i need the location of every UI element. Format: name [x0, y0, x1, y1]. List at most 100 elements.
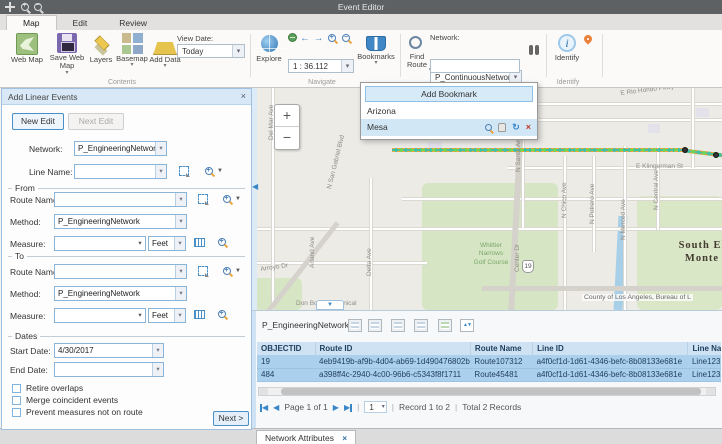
measure-ruler-icon[interactable]	[194, 238, 205, 247]
select-records-icon[interactable]	[348, 319, 362, 332]
measure-ruler-icon[interactable]	[194, 310, 205, 319]
attribute-table[interactable]: OBJECTIDRoute IDRoute NameLine IDLine Na…	[257, 342, 721, 382]
binoculars-icon[interactable]	[528, 44, 540, 56]
show-selected-records-icon[interactable]	[368, 319, 382, 332]
table-header-row[interactable]: OBJECTIDRoute IDRoute NameLine IDLine Na…	[257, 342, 721, 355]
from-route-name-field[interactable]	[54, 192, 187, 207]
ribbon-tabs: MapEditReview	[0, 14, 722, 30]
scrollbar-thumb[interactable]	[281, 388, 701, 395]
bookmarks-button[interactable]: Bookmarks ▾	[356, 33, 396, 65]
zoom-to-bookmark-icon[interactable]	[485, 124, 492, 131]
previous-page-button[interactable]: ◀	[273, 403, 279, 412]
sort-records-icon[interactable]	[460, 319, 474, 332]
select-on-map-icon[interactable]	[179, 166, 189, 176]
tab-map[interactable]: Map	[6, 15, 57, 30]
map-zoom-out-button[interactable]: −	[275, 127, 299, 149]
horizontal-scrollbar[interactable]	[258, 387, 716, 396]
next-edit-button[interactable]: Next Edit	[68, 113, 124, 130]
first-page-button[interactable]: ◀	[260, 402, 268, 412]
zoom-tools-icon[interactable]	[223, 195, 231, 203]
explore-button[interactable]: Explore	[252, 33, 286, 63]
table-row[interactable]: 194eb9419b-af9b-4d04-ab69-1d490476802bRo…	[257, 355, 721, 368]
zoom-to-measure-icon[interactable]	[218, 238, 226, 246]
table-row[interactable]: 484a398ff4c-2940-4c00-96b6-c5343f8f1711R…	[257, 368, 721, 381]
next-extent-icon[interactable]: →	[314, 33, 324, 44]
collapse-table-button[interactable]: ▼	[316, 300, 344, 310]
add-bookmark-button[interactable]: Add Bookmark	[365, 86, 533, 102]
network-field[interactable]: P_EngineeringNetwork	[74, 141, 167, 156]
layers-button[interactable]: Layers	[86, 33, 116, 64]
column-header[interactable]: Route Name	[470, 342, 532, 355]
tab-edit[interactable]: Edit	[57, 16, 104, 30]
to-route-name-field[interactable]	[54, 264, 187, 279]
line-name-field[interactable]	[74, 164, 167, 179]
checkbox[interactable]	[12, 408, 21, 417]
checkbox[interactable]	[12, 396, 21, 405]
update-bookmark-icon[interactable]: ↻	[512, 123, 520, 132]
table-cell: Route107312	[470, 355, 532, 368]
basemap-button[interactable]: Basemap ▾	[114, 33, 150, 67]
column-header[interactable]: OBJECTID	[257, 342, 315, 355]
from-unit-field[interactable]: Feet	[148, 236, 186, 251]
zoom-tools-icon[interactable]	[223, 267, 231, 275]
collapse-panel-icon[interactable]: ◀	[252, 182, 258, 191]
select-on-map-icon[interactable]	[198, 266, 208, 276]
next-button[interactable]: Next >	[213, 411, 249, 426]
from-method-field[interactable]: P_EngineeringNetwork	[54, 214, 187, 229]
map-label: N Potrero Ave	[589, 184, 596, 224]
pan-to-selected-icon[interactable]	[414, 319, 428, 332]
column-header[interactable]: Route ID	[315, 342, 470, 355]
column-header[interactable]: Line Name	[688, 342, 721, 355]
scroll-left-icon[interactable]	[259, 388, 268, 395]
switch-selection-icon[interactable]	[438, 319, 452, 332]
identify-button[interactable]: i Identify	[550, 33, 584, 62]
record-range-text: Record 1 to 2	[399, 402, 450, 412]
select-on-map-icon[interactable]	[198, 194, 208, 204]
add-linear-events-panel: Add Linear Events × New Edit Next Edit N…	[1, 88, 252, 430]
table-cell: Route45481	[470, 368, 532, 381]
save-web-map-button[interactable]: Save Web Map ▾	[49, 33, 85, 75]
close-icon[interactable]: ×	[241, 91, 246, 101]
find-route-button[interactable]: Find Route	[404, 33, 430, 70]
new-edit-button[interactable]: New Edit	[12, 113, 64, 130]
add-data-icon: +	[153, 35, 177, 55]
bookmark-item[interactable]: Mesa ↻ ×	[361, 119, 537, 136]
tab-network-attributes[interactable]: Network Attributes ×	[256, 430, 356, 444]
checkbox[interactable]	[12, 384, 21, 393]
map-scale-select[interactable]: 1 : 36.112	[288, 59, 354, 73]
tab-review[interactable]: Review	[103, 16, 163, 30]
zoom-in-map-icon[interactable]	[328, 34, 336, 42]
delete-bookmark-icon[interactable]: ×	[526, 123, 531, 132]
next-page-button[interactable]: ▶	[333, 403, 339, 412]
to-unit-field[interactable]: Feet	[148, 308, 186, 323]
to-method-field[interactable]: P_EngineeringNetwork	[54, 286, 187, 301]
bookmark-item[interactable]: Arizona	[361, 104, 537, 119]
chevron-down-icon[interactable]: ▼	[217, 168, 223, 174]
zoom-out-map-icon[interactable]	[342, 34, 350, 42]
zoom-to-measure-icon[interactable]	[218, 310, 226, 318]
close-tab-icon[interactable]: ×	[342, 434, 347, 443]
pin-icon[interactable]	[582, 33, 593, 44]
from-measure-field[interactable]	[54, 236, 146, 251]
chevron-down-icon[interactable]: ▼	[235, 268, 241, 274]
full-extent-icon[interactable]	[288, 33, 297, 42]
view-date-select[interactable]: Today	[177, 44, 245, 58]
to-measure-field[interactable]	[54, 308, 146, 323]
end-date-field[interactable]	[54, 362, 164, 377]
table-cell: a4f0cf1d-1d61-4346-befc-8b08133e681e	[533, 355, 688, 368]
zoom-to-selected-icon[interactable]	[391, 319, 405, 332]
ribbon-separator	[400, 34, 401, 77]
map-zoom-in-button[interactable]: +	[275, 105, 299, 127]
page-select[interactable]: 1	[364, 401, 386, 413]
previous-extent-icon[interactable]: ←	[300, 33, 310, 44]
web-map-button[interactable]: Web Map	[7, 33, 47, 64]
last-page-button[interactable]: ▶	[344, 402, 352, 412]
find-route-input[interactable]	[430, 59, 520, 73]
bookmark-label: Mesa	[367, 122, 388, 132]
scroll-right-icon[interactable]	[706, 388, 715, 395]
chevron-down-icon[interactable]: ▼	[235, 196, 241, 202]
zoom-tools-icon[interactable]	[205, 167, 213, 175]
start-date-field[interactable]: 4/30/2017	[54, 343, 164, 358]
pan-to-bookmark-icon[interactable]	[498, 123, 506, 132]
column-header[interactable]: Line ID	[533, 342, 688, 355]
